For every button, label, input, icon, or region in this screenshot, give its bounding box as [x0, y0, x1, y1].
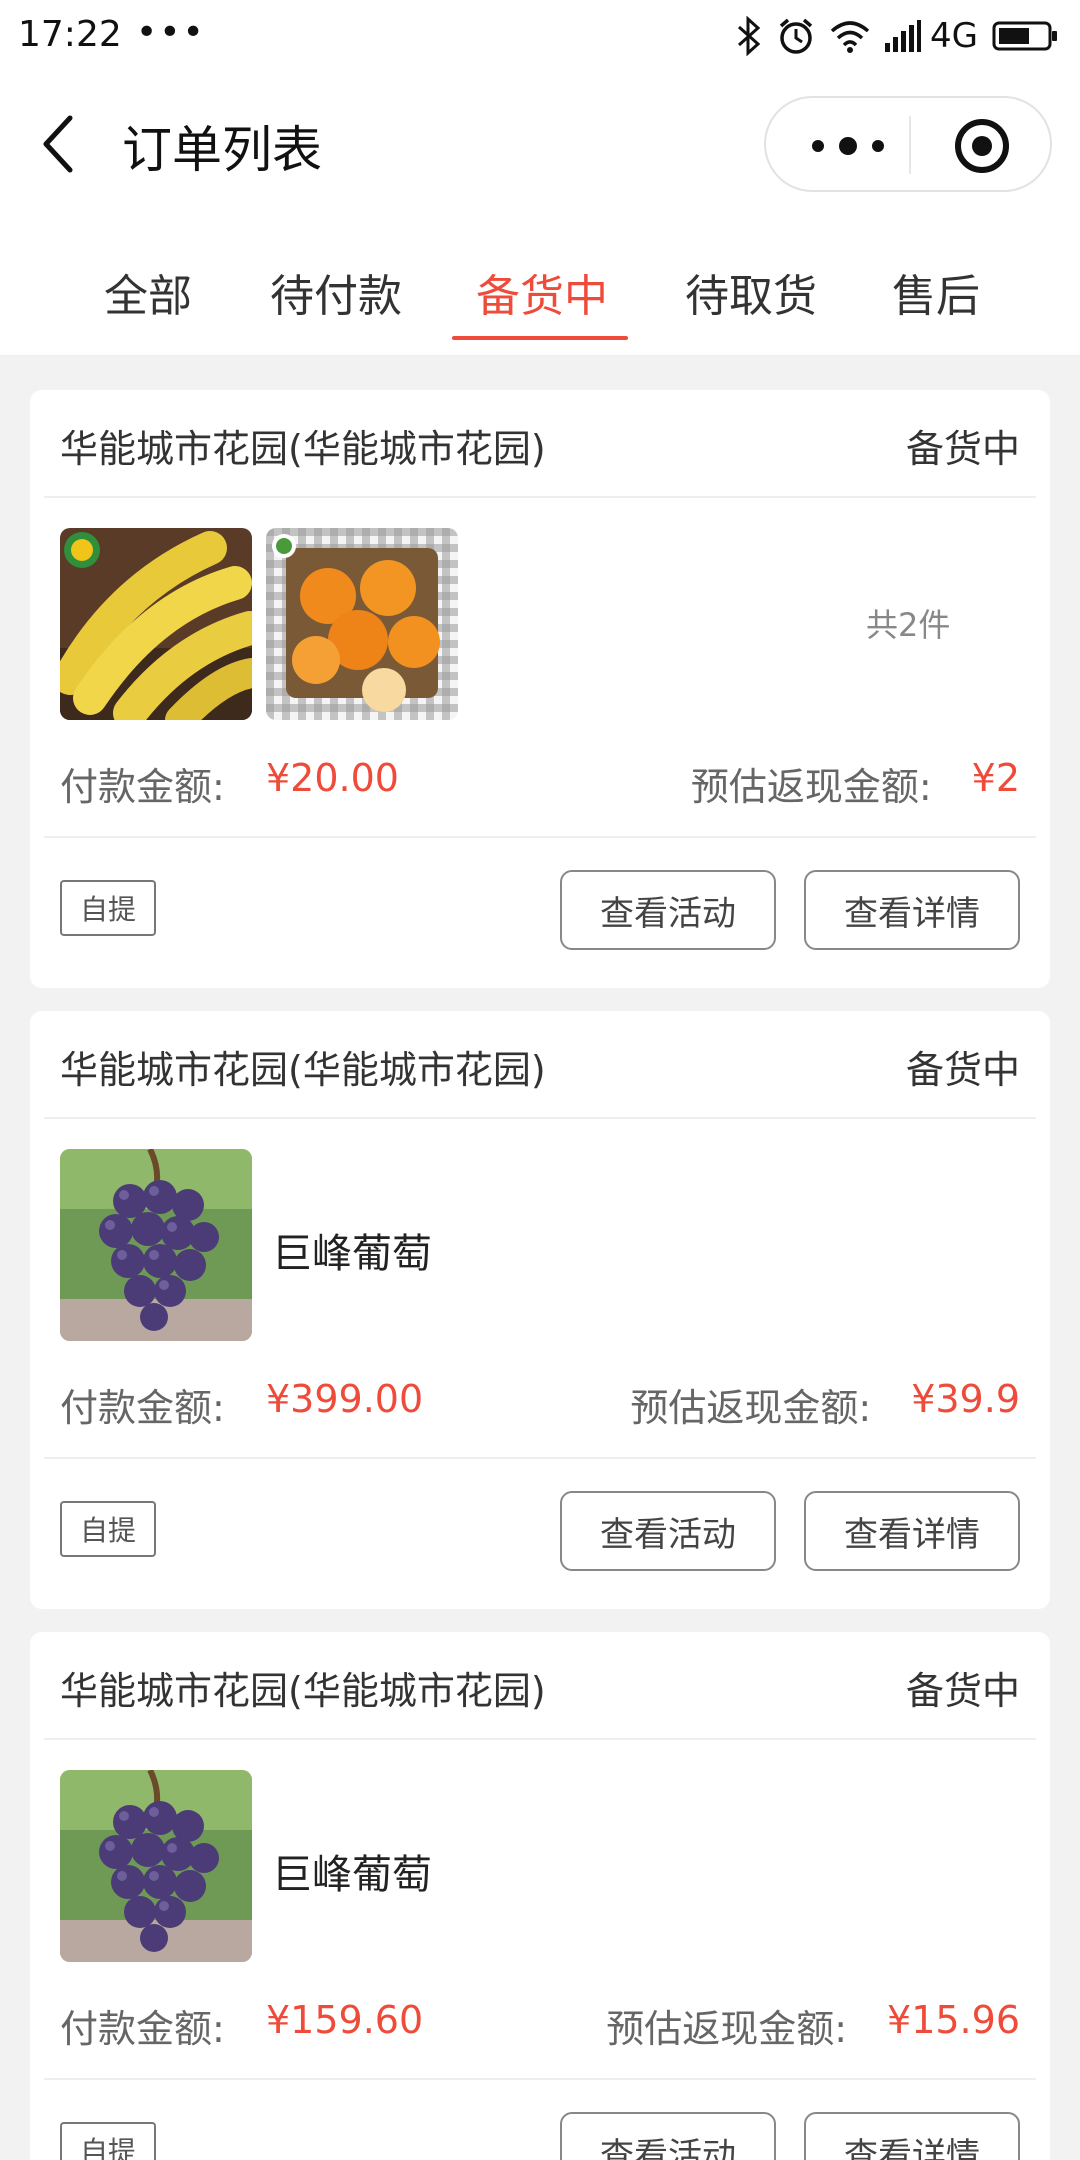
divider [44, 1457, 1036, 1459]
pay-label: 付款金额: [60, 1386, 225, 1430]
divider [44, 1117, 1036, 1119]
status-bar: 17:22 ••• 4G [0, 0, 1080, 72]
divider [44, 496, 1036, 498]
order-status: 备货中 [905, 1048, 1020, 1092]
nav-bar: 订单列表 [0, 72, 1080, 216]
cashback-amount: ¥15.96 [887, 1998, 1020, 2042]
order-status: 备货中 [905, 427, 1020, 471]
page-title: 订单列表 [122, 121, 322, 179]
battery-icon [992, 21, 1057, 51]
pickup-badge: 自提 [60, 2122, 156, 2160]
pay-amount: ¥399.00 [266, 1377, 424, 1421]
view-activity-button[interactable]: 查看活动 [560, 870, 776, 950]
pay-label: 付款金额: [60, 2007, 225, 2051]
bluetooth-icon [738, 16, 761, 56]
divider [44, 836, 1036, 838]
product-image-grape[interactable] [60, 1770, 252, 1962]
pay-amount: ¥20.00 [266, 756, 399, 800]
order-card[interactable]: 华能城市花园(华能城市花园) 备货中 共2件 付款金额: ¥20.00 预估返现… [30, 390, 1050, 988]
order-card[interactable]: 华能城市花园(华能城市花园) 备货中 巨峰葡萄 付款金额: ¥399.00 预估… [30, 1011, 1050, 1609]
more-icon[interactable] [806, 124, 890, 168]
order-card[interactable]: 华能城市花园(华能城市花园) 备货中 巨峰葡萄 付款金额: ¥159.60 预估… [30, 1632, 1050, 2160]
product-image-banana[interactable] [60, 528, 252, 720]
signal-icon [885, 20, 922, 52]
pickup-badge: 自提 [60, 1501, 156, 1557]
divider [44, 2078, 1036, 2080]
store-name: 华能城市花园(华能城市花园) [60, 427, 546, 471]
store-name: 华能城市花园(华能城市花园) [60, 1669, 546, 1713]
back-arrow-icon[interactable] [36, 112, 82, 176]
cashback-row: 预估返现金额: ¥2 [691, 756, 1020, 811]
network-type: 4G [930, 16, 978, 56]
cashback-label: 预估返现金额: [606, 2007, 848, 2051]
view-detail-button[interactable]: 查看详情 [804, 870, 1020, 950]
store-name: 华能城市花园(华能城市花园) [60, 1048, 546, 1092]
cashback-amount: ¥39.9 [911, 1377, 1020, 1421]
capsule-divider [909, 116, 911, 174]
tab-pending-payment[interactable]: 待付款 [270, 260, 402, 324]
active-tab-indicator [452, 336, 628, 340]
tab-preparing[interactable]: 备货中 [476, 260, 608, 324]
pickup-badge: 自提 [60, 880, 156, 936]
status-more-icon: ••• [136, 12, 206, 53]
cashback-label: 预估返现金额: [690, 765, 932, 809]
cashback-amount: ¥2 [971, 756, 1020, 800]
close-miniprogram-icon[interactable] [952, 116, 1012, 176]
alarm-icon [779, 18, 813, 54]
order-status: 备货中 [905, 1669, 1020, 1713]
view-detail-button[interactable]: 查看详情 [804, 2112, 1020, 2160]
pay-amount: ¥159.60 [266, 1998, 424, 2042]
tab-all[interactable]: 全部 [104, 260, 192, 324]
view-detail-button[interactable]: 查看详情 [804, 1491, 1020, 1571]
status-time: 17:22 [18, 14, 122, 55]
product-name: 巨峰葡萄 [272, 1852, 432, 1898]
tab-pending-pickup[interactable]: 待取货 [685, 260, 817, 324]
cashback-row: 预估返现金额: ¥15.96 [606, 1998, 1020, 2053]
view-activity-button[interactable]: 查看活动 [560, 1491, 776, 1571]
product-name: 巨峰葡萄 [272, 1231, 432, 1277]
view-activity-button[interactable]: 查看活动 [560, 2112, 776, 2160]
pay-label: 付款金额: [60, 765, 225, 809]
cashback-row: 预估返现金额: ¥39.9 [630, 1377, 1020, 1432]
divider [44, 1738, 1036, 1740]
miniprogram-capsule [764, 96, 1052, 192]
tab-after-sales[interactable]: 售后 [892, 260, 980, 324]
product-image-mandarin[interactable] [266, 528, 458, 720]
product-image-grape[interactable] [60, 1149, 252, 1341]
item-count: 共2件 [866, 606, 951, 644]
wifi-icon [830, 21, 870, 53]
order-tabs: 全部 待付款 备货中 待取货 售后 [0, 216, 1080, 356]
status-icons: 4G [736, 12, 1058, 60]
cashback-label: 预估返现金额: [630, 1386, 872, 1430]
